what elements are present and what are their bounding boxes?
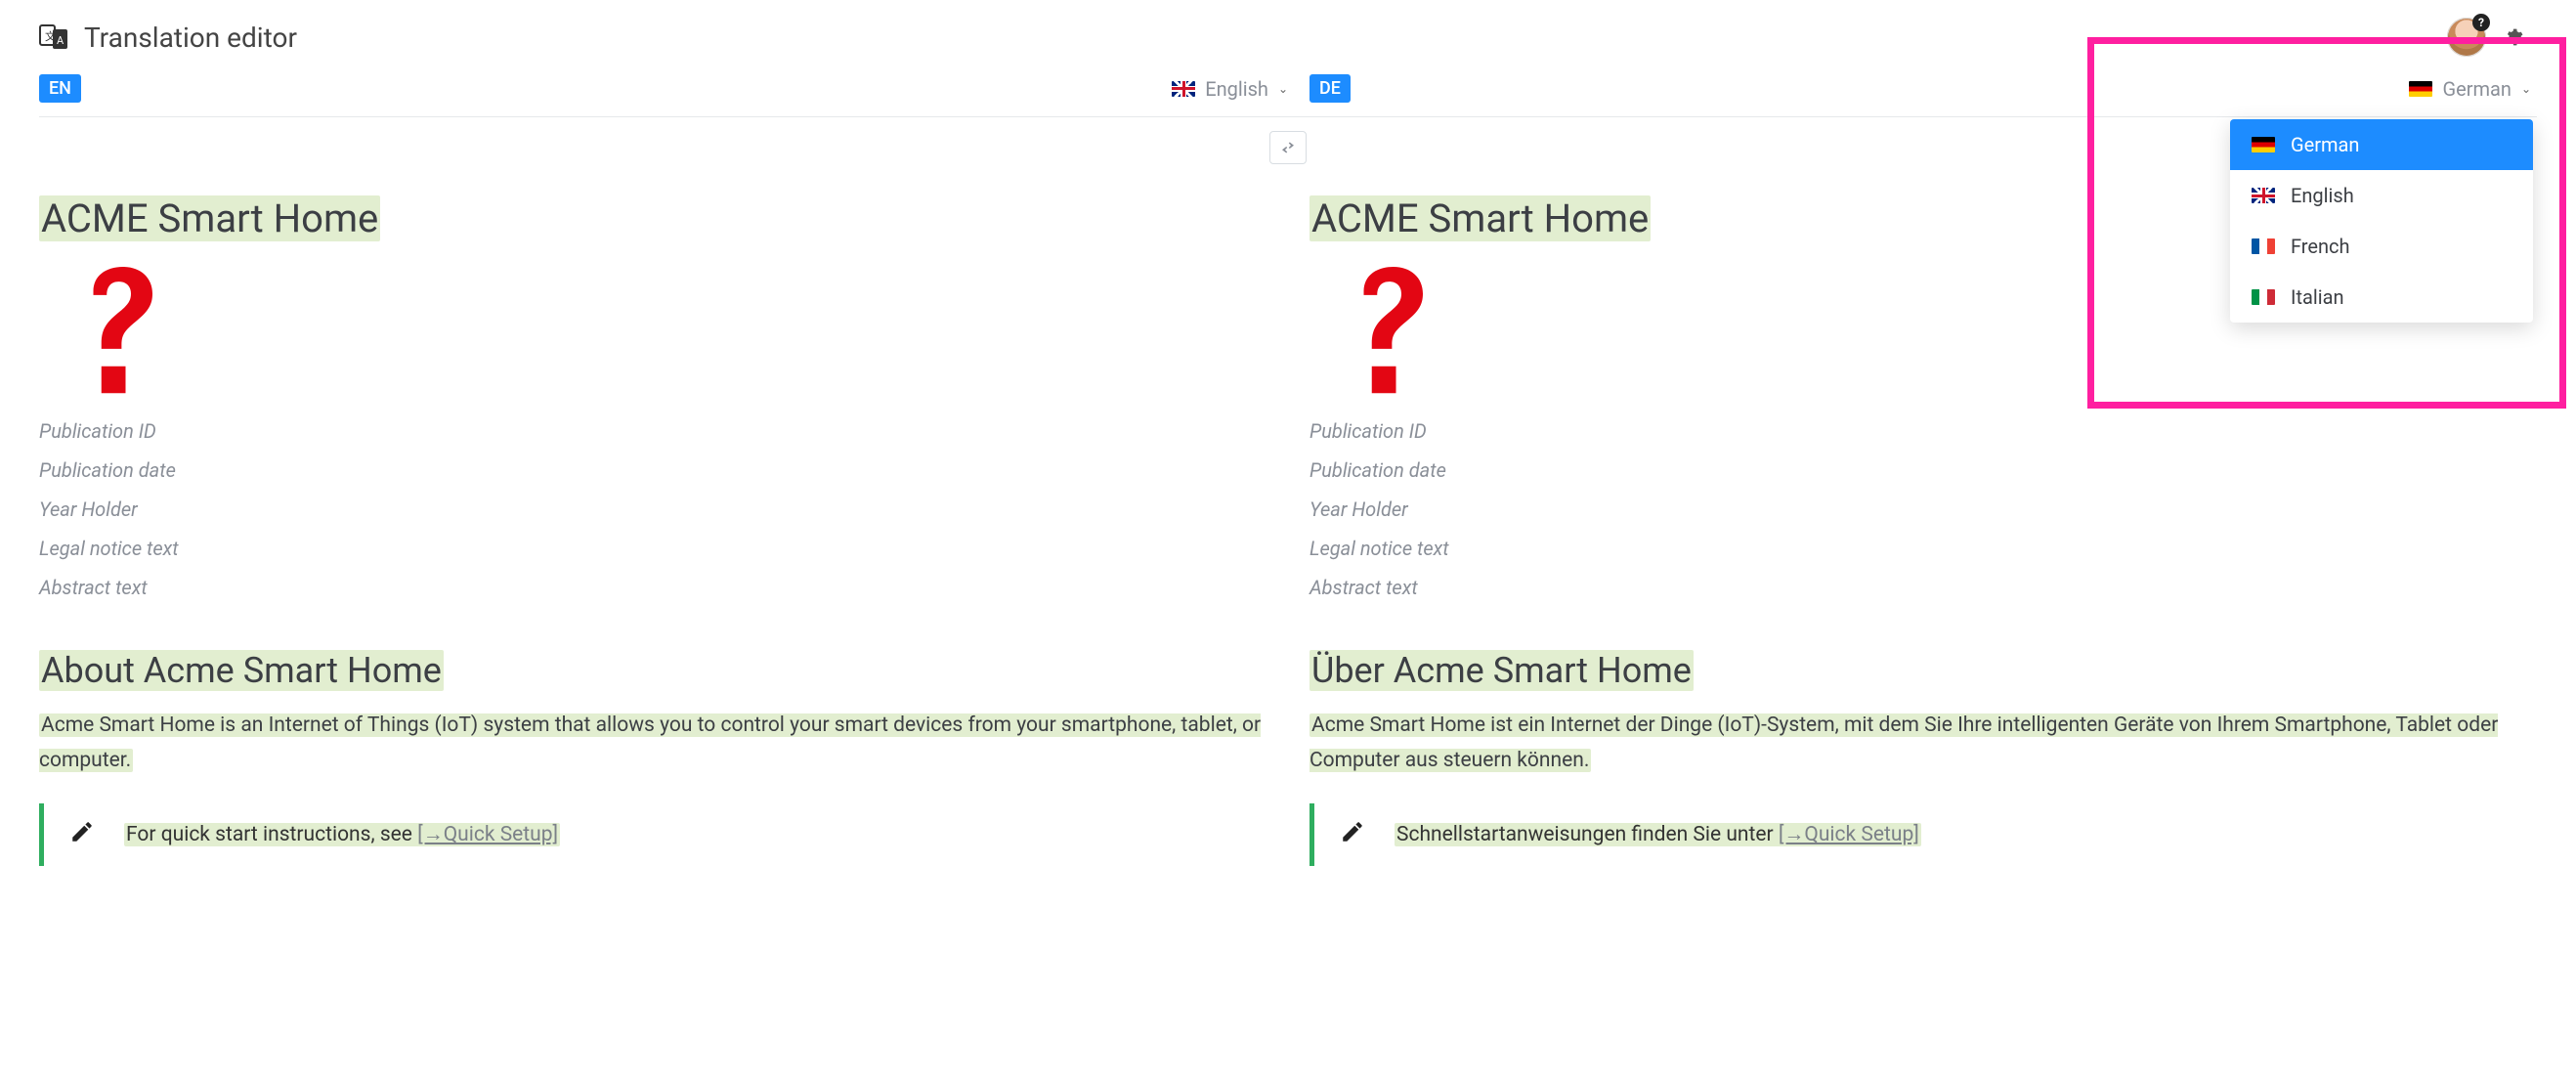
source-body-text: Acme Smart Home is an Internet of Things… [39, 709, 1267, 778]
content-panes: ACME Smart Home Publication ID Publicati… [0, 168, 2576, 866]
swap-languages-button[interactable] [1269, 131, 1307, 164]
gear-icon [2504, 27, 2523, 47]
target-note-text: Schnellstartanweisungen finden Sie unter… [1395, 823, 1921, 846]
source-note: For quick start instructions, see [→Quic… [39, 803, 1267, 866]
swap-row [0, 117, 2576, 168]
help-badge-icon: ? [2472, 14, 2490, 31]
avatar[interactable]: ? [2447, 18, 2486, 57]
language-bar: EN English ⌄ DE German ⌄ German English [0, 74, 2576, 116]
meta-legal-notice: Legal notice text [1309, 529, 2537, 568]
target-section-title: Über Acme Smart Home [1309, 650, 1694, 691]
target-meta: Publication ID Publication date Year Hol… [1309, 411, 2537, 607]
source-doc-title: ACME Smart Home [39, 195, 380, 241]
app-header: 文A Translation editor ? ⌄ [0, 0, 2576, 74]
source-meta: Publication ID Publication date Year Hol… [39, 411, 1267, 607]
lang-option-label: German [2291, 133, 2359, 156]
target-lang-bar: DE German ⌄ German English French Italia… [1288, 74, 2537, 103]
flag-de-icon [2252, 137, 2275, 152]
placeholder-image-icon [66, 263, 1267, 404]
source-lang-bar: EN English ⌄ [39, 74, 1288, 103]
chevron-down-icon: ⌄ [1278, 82, 1288, 96]
meta-publication-date: Publication date [39, 451, 1267, 490]
lang-option-italian[interactable]: Italian [2230, 272, 2533, 323]
lang-option-label: Italian [2291, 285, 2344, 309]
header-left: 文A Translation editor [39, 22, 297, 54]
target-note: Schnellstartanweisungen finden Sie unter… [1309, 803, 2537, 866]
translation-icon: 文A [39, 22, 70, 53]
lang-option-english[interactable]: English [2230, 170, 2533, 221]
svg-text:A: A [57, 34, 64, 47]
svg-text:文: 文 [45, 29, 56, 43]
lang-option-german[interactable]: German [2230, 119, 2533, 170]
meta-publication-date: Publication date [1309, 451, 2537, 490]
meta-publication-id: Publication ID [1309, 411, 2537, 451]
meta-year-holder: Year Holder [39, 490, 1267, 529]
flag-de-icon [2409, 81, 2432, 97]
lang-option-label: French [2291, 235, 2350, 258]
quick-setup-link[interactable]: [→Quick Setup] [1779, 823, 1919, 846]
meta-legal-notice: Legal notice text [39, 529, 1267, 568]
language-dropdown: German English French Italian [2230, 119, 2533, 323]
meta-year-holder: Year Holder [1309, 490, 2537, 529]
meta-publication-id: Publication ID [39, 411, 1267, 451]
flag-fr-icon [2252, 238, 2275, 254]
target-lang-chip: DE [1309, 74, 1351, 103]
meta-abstract: Abstract text [1309, 568, 2537, 607]
target-doc-title: ACME Smart Home [1309, 195, 1651, 241]
source-pane: ACME Smart Home Publication ID Publicati… [39, 168, 1267, 866]
flag-uk-icon [1172, 81, 1195, 97]
pencil-icon [69, 819, 95, 850]
header-right: ? ⌄ [2447, 18, 2537, 57]
chevron-down-icon: ⌄ [2521, 82, 2531, 96]
lang-option-label: English [2291, 184, 2354, 207]
source-lang-label: English [1205, 77, 1268, 101]
target-body-text: Acme Smart Home ist ein Internet der Din… [1309, 709, 2537, 778]
settings-button[interactable]: ⌄ [2504, 27, 2537, 47]
target-language-selector[interactable]: German ⌄ [2409, 77, 2531, 101]
quick-setup-link[interactable]: [→Quick Setup] [417, 823, 558, 846]
flag-uk-icon [2252, 188, 2275, 203]
source-lang-chip: EN [39, 74, 81, 103]
source-note-text: For quick start instructions, see [→Quic… [124, 823, 560, 846]
flag-it-icon [2252, 289, 2275, 305]
swap-horizontal-icon [1279, 139, 1297, 156]
source-language-selector[interactable]: English ⌄ [1172, 77, 1288, 101]
pencil-icon [1340, 819, 1365, 850]
lang-option-french[interactable]: French [2230, 221, 2533, 272]
app-title: Translation editor [84, 22, 297, 54]
source-section-title: About Acme Smart Home [39, 650, 444, 691]
chevron-down-icon: ⌄ [2527, 30, 2537, 44]
target-lang-label: German [2442, 77, 2511, 101]
meta-abstract: Abstract text [39, 568, 1267, 607]
